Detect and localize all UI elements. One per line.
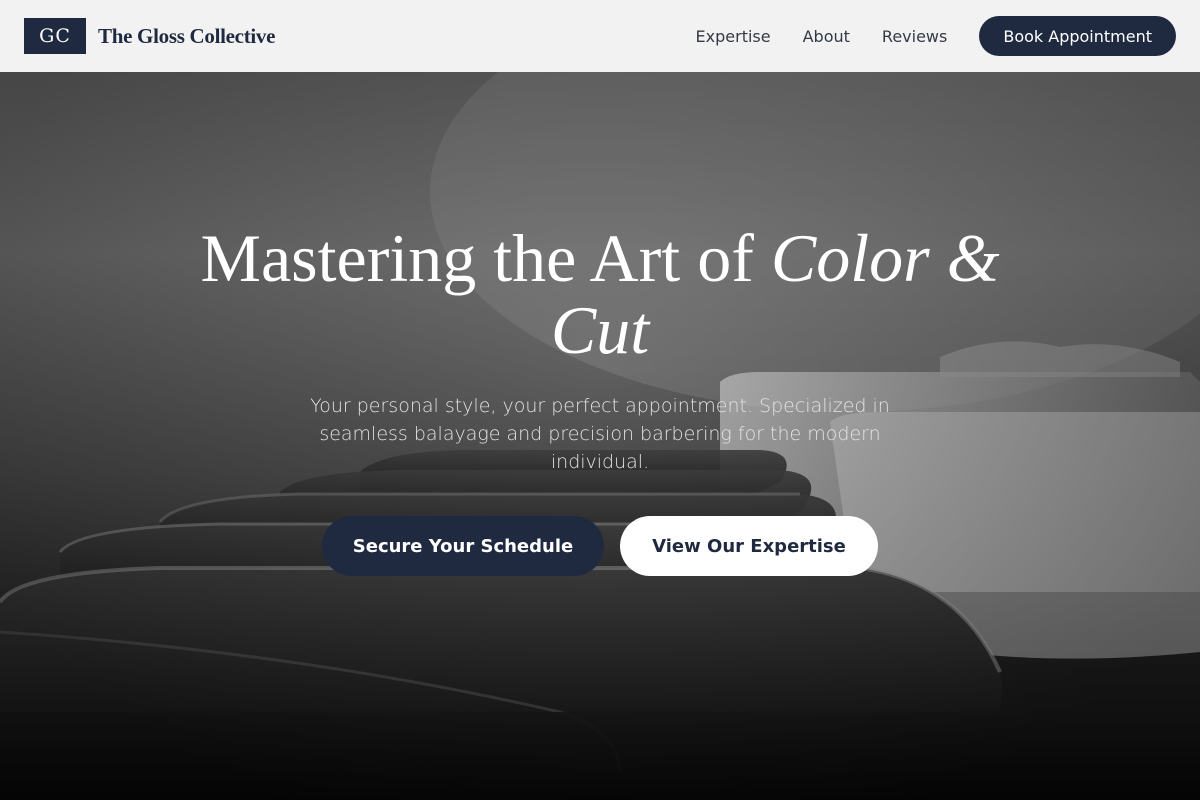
view-expertise-button[interactable]: View Our Expertise	[620, 516, 878, 576]
hero-content: Mastering the Art of Color & Cut Your pe…	[0, 72, 1200, 800]
headline-plain: Mastering the Art of	[200, 220, 771, 296]
hero-subtitle: Your personal style, your perfect appoin…	[310, 395, 890, 473]
brand-name[interactable]: The Gloss Collective	[98, 24, 275, 49]
nav-link-about[interactable]: About	[803, 27, 850, 46]
nav-link-reviews[interactable]: Reviews	[882, 27, 947, 46]
cta-group: Secure Your Schedule View Our Expertise	[0, 516, 1200, 576]
book-appointment-button[interactable]: Book Appointment	[979, 16, 1176, 56]
hero-headline: Mastering the Art of Color & Cut	[150, 222, 1050, 366]
main-nav: Expertise About Reviews Book Appointment	[696, 16, 1176, 56]
nav-link-expertise[interactable]: Expertise	[696, 27, 771, 46]
site-header: GC The Gloss Collective Expertise About …	[0, 0, 1200, 72]
secure-schedule-button[interactable]: Secure Your Schedule	[322, 516, 604, 576]
logo-mark[interactable]: GC	[24, 18, 86, 54]
